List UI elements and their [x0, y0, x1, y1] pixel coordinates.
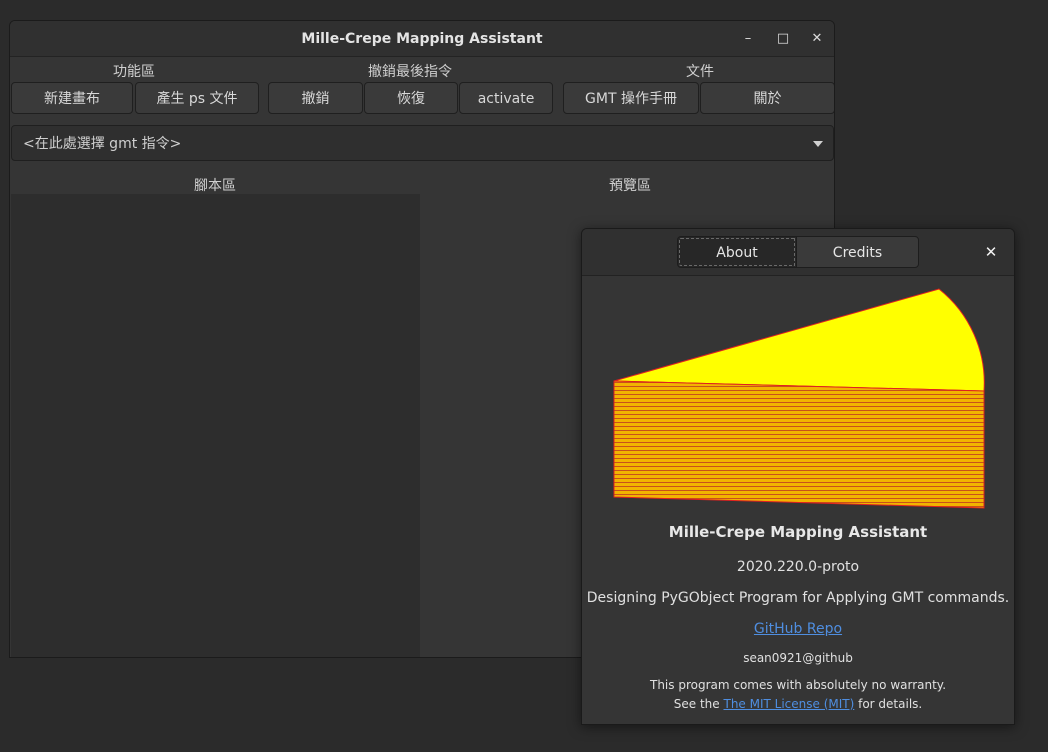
script-text-area[interactable] [11, 194, 420, 657]
mit-license-link[interactable]: The MIT License (MIT) [723, 697, 854, 711]
section-label-docs: 文件 [686, 64, 714, 80]
close-button[interactable]: ✕ [807, 29, 827, 49]
license-label: See the The MIT License (MIT) for detail… [582, 697, 1014, 711]
about-dialog: About Credits ✕ Mille-Crepe Mapping Assi… [581, 228, 1015, 725]
preview-pane-label: 預覽區 [609, 178, 651, 194]
license-suffix: for details. [854, 697, 923, 711]
about-close-button[interactable]: ✕ [980, 241, 1002, 263]
about-button[interactable]: 關於 [700, 82, 834, 114]
github-repo-link[interactable]: GitHub Repo [754, 621, 842, 637]
gmt-command-select[interactable]: <在此處選擇 gmt 指令> [11, 125, 834, 161]
cake-slice-logo-icon [613, 288, 985, 509]
section-label-undo: 撤銷最後指令 [368, 64, 452, 80]
license-prefix: See the [673, 697, 724, 711]
minimize-button[interactable]: – [738, 29, 758, 49]
website-row: GitHub Repo [582, 621, 1014, 637]
about-header[interactable]: About Credits ✕ [582, 229, 1014, 276]
warranty-label: This program comes with absolutely no wa… [649, 678, 947, 692]
gmt-manual-button[interactable]: GMT 操作手冊 [563, 82, 699, 114]
chevron-down-icon [813, 141, 823, 147]
maximize-button[interactable]: □ [773, 29, 793, 49]
program-name: Mille-Crepe Mapping Assistant [668, 523, 928, 541]
version-label: 2020.220.0-proto [736, 559, 860, 575]
redo-button[interactable]: 恢復 [364, 82, 458, 114]
comments-label: Designing PyGObject Program for Applying… [586, 590, 1010, 606]
activate-button[interactable]: activate [459, 82, 553, 114]
undo-button[interactable]: 撤銷 [268, 82, 363, 114]
gmt-command-placeholder: <在此處選擇 gmt 指令> [23, 136, 182, 152]
script-pane-label: 腳本區 [194, 178, 236, 194]
copyright-label: sean0921@github [743, 651, 853, 665]
section-label-functions: 功能區 [113, 64, 155, 80]
titlebar[interactable]: Mille-Crepe Mapping Assistant – □ ✕ [10, 21, 834, 57]
generate-ps-button[interactable]: 產生 ps 文件 [135, 82, 259, 114]
tab-about[interactable]: About [677, 236, 797, 268]
tab-credits[interactable]: Credits [796, 236, 919, 268]
new-canvas-button[interactable]: 新建畫布 [11, 82, 133, 114]
window-title: Mille-Crepe Mapping Assistant [301, 31, 543, 47]
